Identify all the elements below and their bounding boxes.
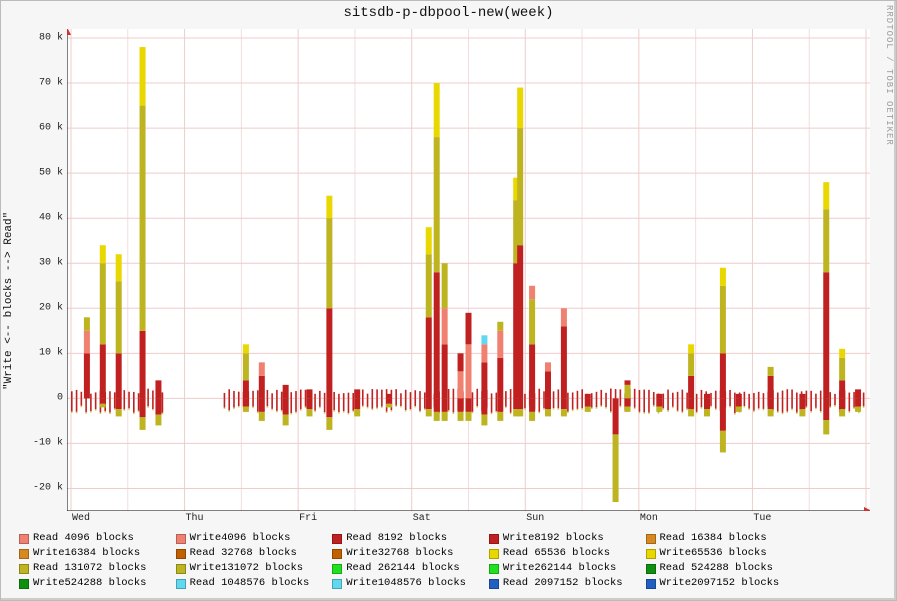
x-tick-label: Sun — [526, 513, 544, 524]
legend-item: Write2097152 blocks — [646, 576, 799, 591]
legend-item: Write16384 blocks — [19, 546, 172, 561]
y-axis-label: "Write <-- blocks --> Read" — [3, 1, 15, 600]
y-tick-label: 40 k — [27, 213, 63, 224]
legend-item: Read 131072 blocks — [19, 561, 172, 576]
x-tick-labels: Wed Thu Fri Sat Sun Mon Tue — [67, 513, 870, 527]
x-tick-label: Thu — [186, 513, 204, 524]
y-tick-label: 10 k — [27, 348, 63, 359]
legend-swatch — [176, 549, 186, 559]
legend-label: Write16384 blocks — [33, 546, 172, 561]
legend-item: Read 65536 blocks — [489, 546, 642, 561]
legend-label: Read 65536 blocks — [503, 546, 642, 561]
legend-item: Read 32768 blocks — [176, 546, 329, 561]
y-tick-label: 60 k — [27, 123, 63, 134]
legend-label: Read 4096 blocks — [33, 531, 172, 546]
y-tick-label: -10 k — [27, 438, 63, 449]
legend-item: Read 262144 blocks — [332, 561, 485, 576]
legend-label: Read 131072 blocks — [33, 561, 172, 576]
legend-item: Read 2097152 blocks — [489, 576, 642, 591]
legend-label: Write262144 blocks — [503, 561, 642, 576]
legend-swatch — [19, 564, 29, 574]
y-tick-label: -20 k — [27, 483, 63, 494]
legend-label: Read 524288 blocks — [660, 561, 799, 576]
x-tick-label: Tue — [753, 513, 771, 524]
legend-item: Read 8192 blocks — [332, 531, 485, 546]
legend-item: Write131072 blocks — [176, 561, 329, 576]
legend-swatch — [176, 534, 186, 544]
legend-item: Read 16384 blocks — [646, 531, 799, 546]
legend-label: Write131072 blocks — [190, 561, 329, 576]
x-tick-label: Sat — [413, 513, 431, 524]
legend-label: Write1048576 blocks — [346, 576, 485, 591]
legend-label: Write4096 blocks — [190, 531, 329, 546]
legend: Read 4096 blocks Write4096 blocks Read 8… — [19, 531, 881, 591]
legend-item: Read 4096 blocks — [19, 531, 172, 546]
y-tick-label: 20 k — [27, 303, 63, 314]
legend-item: Write32768 blocks — [332, 546, 485, 561]
legend-swatch — [19, 534, 29, 544]
watermark: RRDTOOL / TOBI OETIKER — [884, 5, 894, 146]
legend-swatch — [332, 579, 342, 589]
legend-label: Read 2097152 blocks — [503, 576, 642, 591]
legend-swatch — [646, 579, 656, 589]
legend-item: Write524288 blocks — [19, 576, 172, 591]
legend-item: Write262144 blocks — [489, 561, 642, 576]
legend-item: Write1048576 blocks — [332, 576, 485, 591]
legend-label: Write524288 blocks — [33, 576, 172, 591]
chart-frame: RRDTOOL / TOBI OETIKER sitsdb-p-dbpool-n… — [0, 0, 897, 601]
legend-label: Read 1048576 blocks — [190, 576, 329, 591]
x-tick-label: Mon — [640, 513, 658, 524]
legend-label: Write2097152 blocks — [660, 576, 799, 591]
legend-swatch — [646, 534, 656, 544]
legend-swatch — [19, 579, 29, 589]
legend-swatch — [646, 549, 656, 559]
legend-item: Write65536 blocks — [646, 546, 799, 561]
legend-label: Read 8192 blocks — [346, 531, 485, 546]
legend-label: Read 262144 blocks — [346, 561, 485, 576]
legend-swatch — [332, 564, 342, 574]
legend-item: Read 1048576 blocks — [176, 576, 329, 591]
legend-swatch — [19, 549, 29, 559]
legend-swatch — [332, 534, 342, 544]
legend-item: Write4096 blocks — [176, 531, 329, 546]
y-tick-label: 80 k — [27, 33, 63, 44]
y-tick-label: 70 k — [27, 78, 63, 89]
legend-swatch — [176, 564, 186, 574]
legend-swatch — [489, 564, 499, 574]
plot-area — [67, 29, 870, 511]
y-tick-label: 30 k — [27, 258, 63, 269]
legend-item: Write8192 blocks — [489, 531, 642, 546]
legend-swatch — [489, 579, 499, 589]
legend-swatch — [489, 534, 499, 544]
legend-swatch — [646, 564, 656, 574]
legend-label: Write8192 blocks — [503, 531, 642, 546]
legend-label: Read 32768 blocks — [190, 546, 329, 561]
legend-swatch — [332, 549, 342, 559]
y-tick-labels: -20 k -10 k 0 10 k 20 k 30 k 40 k 50 k 60 k 70 k 8… — [27, 29, 63, 511]
legend-swatch — [176, 579, 186, 589]
y-tick-label: 0 — [27, 393, 63, 404]
x-tick-label: Fri — [299, 513, 317, 524]
legend-label: Write65536 blocks — [660, 546, 799, 561]
legend-label: Read 16384 blocks — [660, 531, 799, 546]
x-tick-label: Wed — [72, 513, 90, 524]
chart-title: sitsdb-p-dbpool-new(week) — [1, 5, 896, 21]
legend-label: Write32768 blocks — [346, 546, 485, 561]
legend-swatch — [489, 549, 499, 559]
y-tick-label: 50 k — [27, 168, 63, 179]
legend-item: Read 524288 blocks — [646, 561, 799, 576]
